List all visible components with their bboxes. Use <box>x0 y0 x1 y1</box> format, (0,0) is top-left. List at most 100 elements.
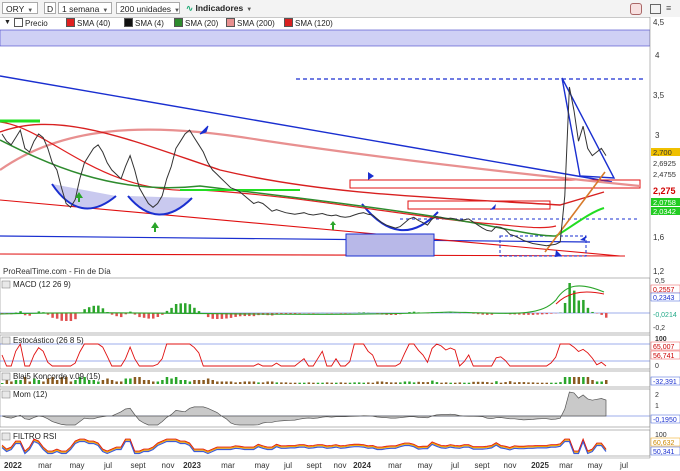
koncorde-bar <box>385 382 388 384</box>
macd-bar <box>600 313 603 315</box>
koncorde-bar <box>504 382 507 384</box>
macd-bar <box>97 305 100 313</box>
koncorde-bar <box>399 382 402 384</box>
x-tick: may <box>417 461 432 470</box>
macd-bar <box>362 312 365 313</box>
koncorde-bar <box>229 381 233 384</box>
y-tick: 3 <box>655 131 660 140</box>
koncorde-bar <box>435 382 439 384</box>
koncorde-bar <box>152 381 155 384</box>
x-tick: jul <box>619 461 628 470</box>
macd-bar <box>19 311 22 313</box>
koncorde-bar <box>270 381 274 384</box>
koncorde-bar <box>293 382 297 384</box>
macd-bar <box>142 313 146 318</box>
macd-bar <box>74 313 77 320</box>
macd-bar <box>605 313 608 318</box>
koncorde-bar <box>522 382 526 384</box>
koncorde-bar <box>357 382 361 384</box>
koncorde-bar <box>211 380 214 384</box>
koncorde-bar <box>28 381 31 384</box>
koncorde-bar <box>344 382 347 384</box>
koncorde-bar <box>97 381 100 384</box>
macd-bar <box>174 304 178 313</box>
koncorde-bar <box>206 378 210 384</box>
koncorde-bar <box>280 382 283 384</box>
koncorde-bar <box>303 382 306 384</box>
macd-bar <box>527 313 530 315</box>
koncorde-bar <box>376 381 379 384</box>
main-price-panel: ProRealTime.com - Fin de Día <box>0 29 651 276</box>
x-tick: jul <box>450 461 459 470</box>
macd-bar <box>65 313 68 321</box>
x-tick: nov <box>504 461 517 470</box>
koncorde-bar <box>161 380 164 384</box>
koncorde-bar <box>101 380 105 384</box>
x-tick: mar <box>221 461 235 470</box>
macd-title: MACD (12 26 9) <box>13 280 71 289</box>
koncorde-bar <box>289 382 292 384</box>
koncorde-bar <box>42 381 45 384</box>
koncorde-bar <box>170 378 173 384</box>
x-tick: nov <box>334 461 347 470</box>
koncorde-bar <box>142 380 146 384</box>
koncorde-value: -32,391 <box>653 379 677 386</box>
koncorde-bar <box>426 382 430 384</box>
x-tick: mar <box>388 461 402 470</box>
y-tick: 1,2 <box>653 267 665 276</box>
macd-bar <box>550 313 553 314</box>
koncorde-bar <box>444 382 448 384</box>
koncorde-bar <box>449 382 452 384</box>
koncorde-bar <box>481 381 484 384</box>
macd-bar <box>531 313 535 315</box>
koncorde-bar <box>1 383 4 384</box>
y-tick: 2 <box>655 392 659 399</box>
macd-bar <box>170 307 173 313</box>
koncorde-bar <box>156 381 160 384</box>
macd-bar <box>197 311 201 313</box>
indicator-panels: MACD (12 26 9) Estocástico (26 8 5) Blai… <box>0 277 651 457</box>
koncorde-bar <box>540 382 544 384</box>
koncorde-bar <box>106 378 109 384</box>
price-label-text: 2,275 <box>653 186 676 196</box>
right-axis: 4,5 4 3,5 3 1,6 1,2 2,700 2,6925 2,4755 … <box>649 17 680 471</box>
macd-value: 0,2343 <box>653 295 675 302</box>
macd-bar <box>119 313 123 318</box>
koncorde-bar <box>248 381 251 384</box>
koncorde-bar <box>458 382 462 384</box>
chart-canvas[interactable]: ProRealTime.com - Fin de Día MACD (12 26… <box>0 0 680 471</box>
rsi-filter-title: FILTRO RSI <box>13 432 56 441</box>
koncorde-bar <box>486 382 489 384</box>
stoch-value: 65,007 <box>653 344 675 351</box>
macd-bar <box>87 307 91 313</box>
x-tick: jul <box>103 461 112 470</box>
koncorde-bar <box>531 382 535 384</box>
koncorde-bar <box>298 382 301 384</box>
x-tick: 2022 <box>4 461 22 470</box>
top-resistance-band <box>0 29 651 47</box>
koncorde-bar <box>518 382 521 384</box>
koncorde-bar <box>234 382 237 384</box>
x-tick: sept <box>130 461 146 470</box>
koncorde-bar <box>389 382 393 384</box>
koncorde-bar <box>312 382 315 384</box>
x-tick: may <box>69 461 84 470</box>
koncorde-bar <box>550 382 553 384</box>
koncorde-bar <box>591 380 594 384</box>
koncorde-bar <box>367 382 370 384</box>
macd-bar <box>152 313 155 319</box>
koncorde-bar <box>124 378 128 384</box>
koncorde-bar <box>490 382 494 384</box>
macd-bar <box>60 313 63 321</box>
koncorde-bar <box>147 380 150 384</box>
y-tick: 0,5 <box>655 278 665 285</box>
koncorde-bar <box>472 381 475 384</box>
macd-bar <box>147 313 150 319</box>
koncorde-bar <box>339 382 343 384</box>
panel-swatch <box>1 280 11 289</box>
koncorde-bar <box>499 382 503 384</box>
momentum-panel <box>0 388 651 428</box>
koncorde-bar <box>129 378 132 384</box>
panel-swatch <box>1 372 11 381</box>
koncorde-bar <box>577 377 581 384</box>
